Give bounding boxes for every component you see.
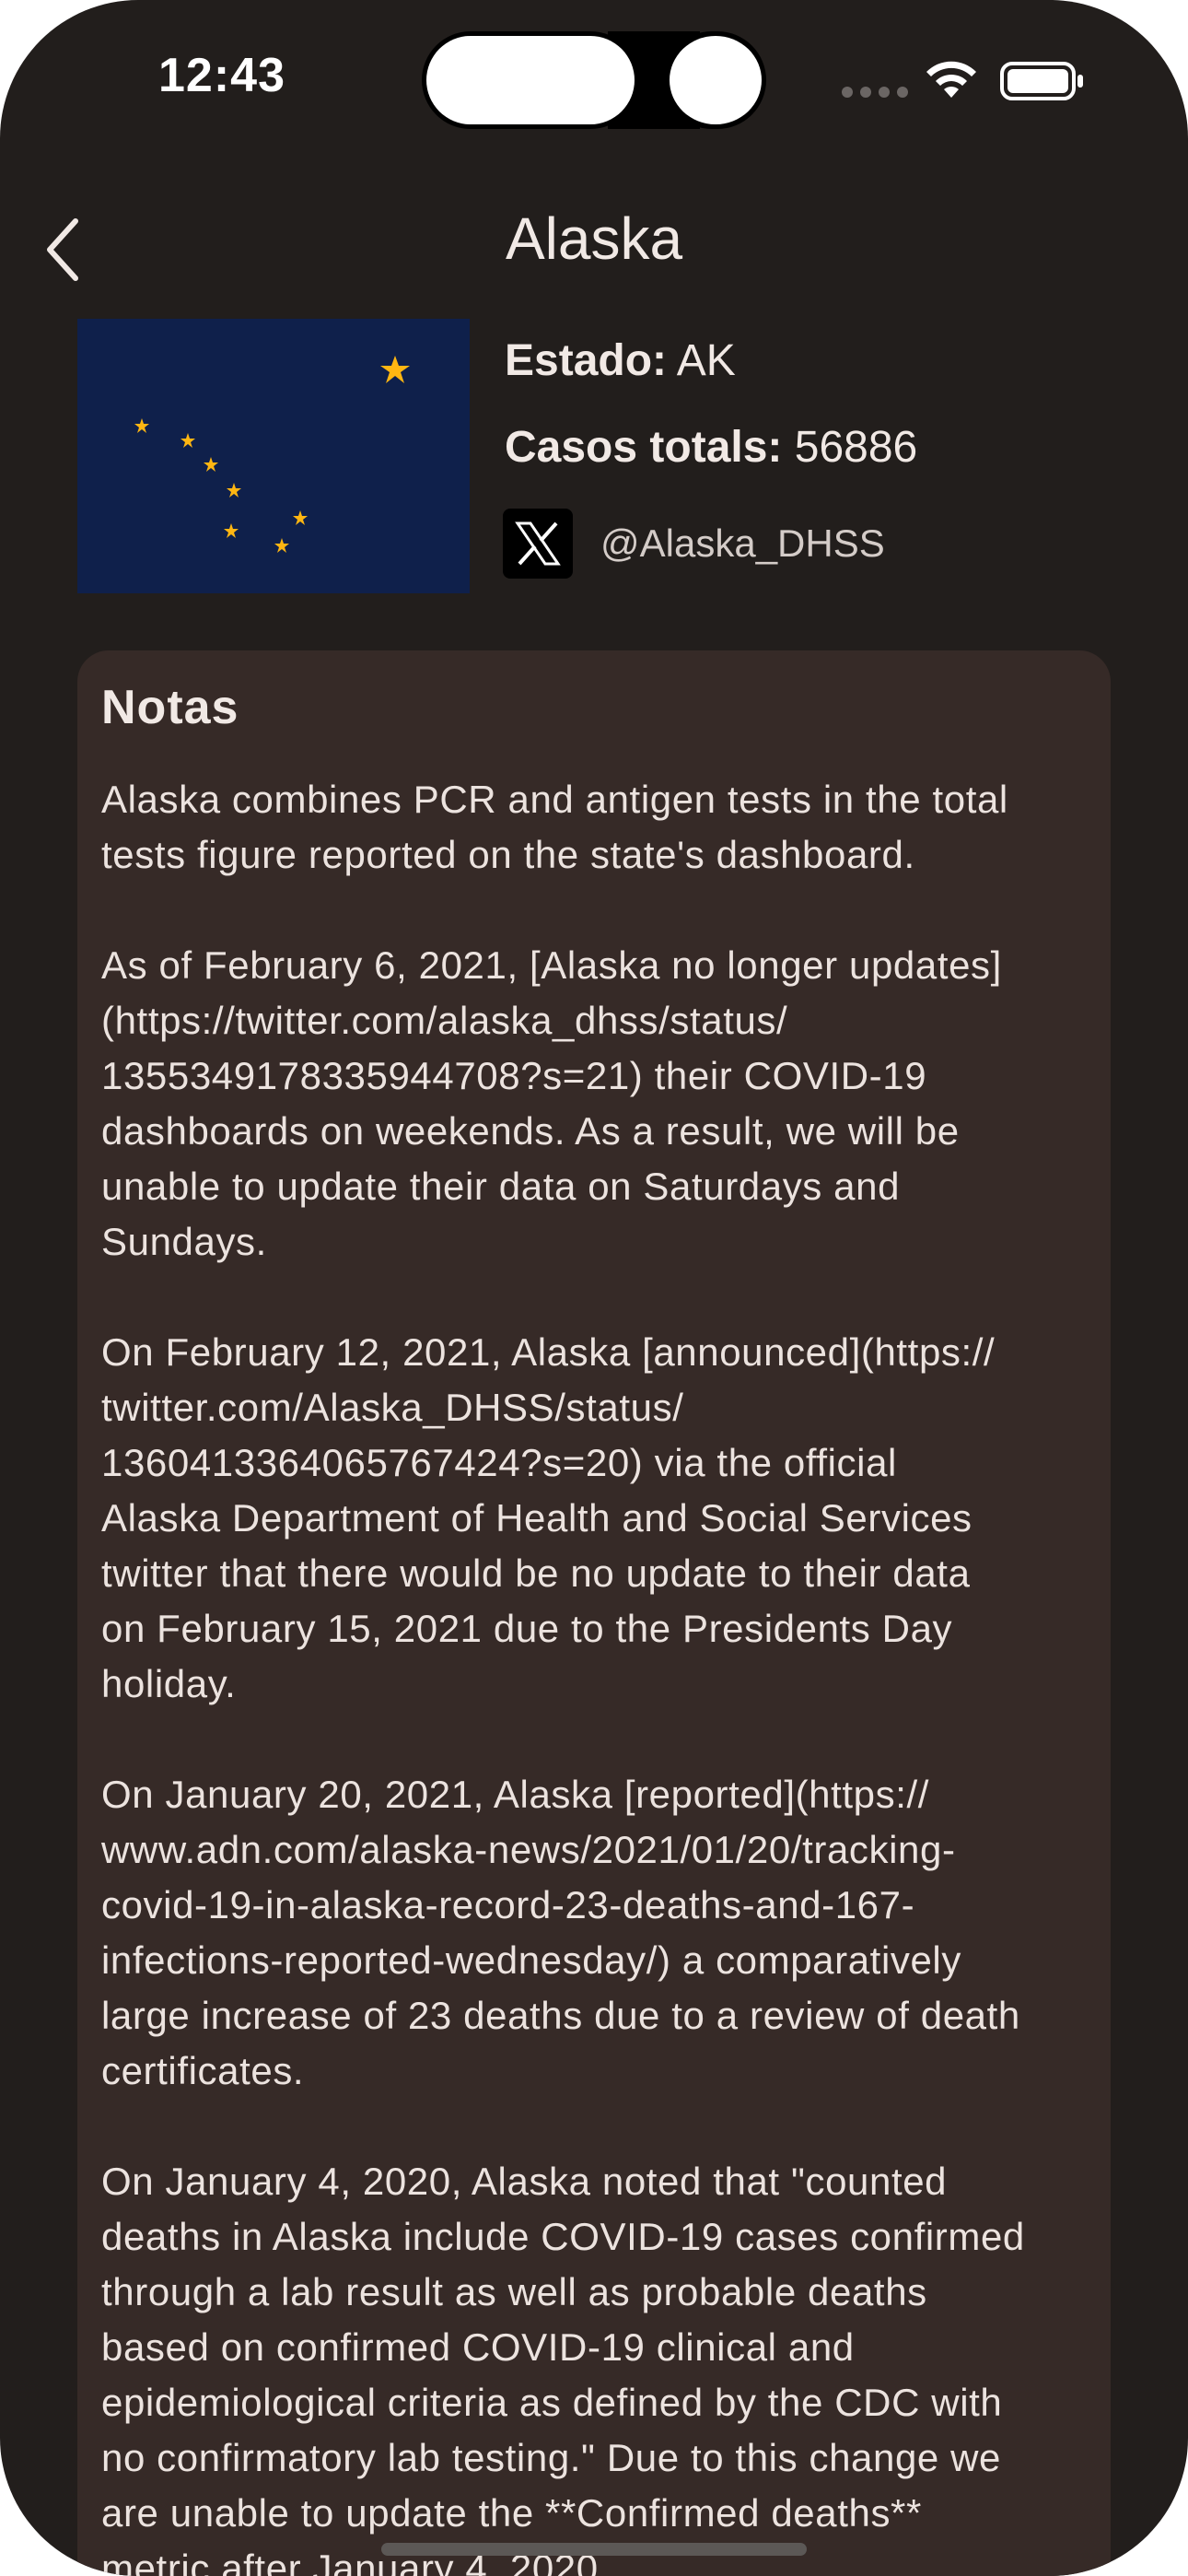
notes-line: Alaska Department of Health and Social S… bbox=[101, 1496, 973, 1540]
status-time: 12:43 bbox=[158, 49, 285, 102]
alaska-flag bbox=[77, 319, 470, 593]
notes-line bbox=[101, 883, 1096, 938]
notes-line: certificates. bbox=[101, 2049, 305, 2092]
estado-value: AK bbox=[676, 336, 736, 385]
notes-line: epidemiological criteria as defined by t… bbox=[101, 2381, 1003, 2424]
estado-label: Estado: bbox=[505, 336, 668, 385]
notes-line: As of February 6, 2021, [Alaska no longe… bbox=[101, 943, 1002, 987]
notes-line: On January 4, 2020, Alaska noted that "c… bbox=[101, 2160, 948, 2203]
notes-line: based on confirmed COVID-19 clinical and bbox=[101, 2325, 855, 2369]
notes-line: on February 15, 2021 due to the Presiden… bbox=[101, 1607, 953, 1650]
phone-screen: 12:43 Alaska Estado: AK Casos totals: 56… bbox=[0, 0, 1188, 2576]
notes-line: Alaska combines PCR and antigen tests in… bbox=[101, 778, 1008, 821]
notes-title: Notas bbox=[101, 681, 239, 734]
wifi-icon bbox=[926, 61, 976, 98]
notes-line: are unable to update the **Confirmed dea… bbox=[101, 2491, 922, 2535]
notes-line: 1360413364065767424?s=20) via the offici… bbox=[101, 1441, 897, 1484]
notes-line bbox=[101, 1270, 1096, 1325]
dynamic-island-pill bbox=[426, 36, 635, 124]
notes-line: infections-reported-wednesday/) a compar… bbox=[101, 1938, 961, 1982]
notes-line: dashboards on weekends. As a result, we … bbox=[101, 1109, 960, 1153]
notes-line bbox=[101, 2099, 1096, 2154]
notes-line: covid-19-in-alaska-record-23-deaths-and-… bbox=[101, 1883, 915, 1926]
notes-line: (https://twitter.com/alaska_dhss/status/ bbox=[101, 999, 788, 1042]
notes-line: holiday. bbox=[101, 1662, 237, 1705]
notes-line: twitter that there would be no update to… bbox=[101, 1551, 971, 1595]
notes-line: unable to update their data on Saturdays… bbox=[101, 1165, 901, 1208]
notes-line: deaths in Alaska include COVID-19 cases … bbox=[101, 2215, 1025, 2258]
notes-line: On January 20, 2021, Alaska [reported](h… bbox=[101, 1773, 930, 1816]
notes-line: twitter.com/Alaska_DHSS/status/ bbox=[101, 1386, 684, 1429]
cellular-signal-icon bbox=[842, 87, 908, 98]
dynamic-island-camera bbox=[670, 36, 762, 124]
notes-line: tests figure reported on the state's das… bbox=[101, 833, 915, 876]
page-title: Alaska bbox=[505, 205, 683, 272]
notes-line: 1355349178335944708?s=21) their COVID-19 bbox=[101, 1054, 927, 1097]
notes-line: Sundays. bbox=[101, 1220, 267, 1263]
notes-line bbox=[101, 1712, 1096, 1767]
notes-line: On February 12, 2021, Alaska [announced]… bbox=[101, 1330, 996, 1374]
notes-body: Alaska combines PCR and antigen tests in… bbox=[101, 772, 1096, 2576]
casos-label: Casos totals: bbox=[505, 423, 783, 472]
notes-line: large increase of 23 deaths due to a rev… bbox=[101, 1994, 1020, 2037]
casos-value: 56886 bbox=[794, 423, 918, 472]
home-indicator[interactable] bbox=[381, 2543, 807, 2556]
casos-row: Casos totals: 56886 bbox=[505, 422, 917, 473]
estado-row: Estado: AK bbox=[505, 335, 736, 386]
twitter-handle-link[interactable]: @Alaska_DHSS bbox=[600, 521, 885, 566]
notes-line: no confirmatory lab testing." Due to thi… bbox=[101, 2436, 1002, 2479]
battery-icon bbox=[1000, 62, 1083, 100]
notes-line: through a lab result as well as probable… bbox=[101, 2270, 927, 2313]
x-logo-icon[interactable] bbox=[503, 509, 573, 579]
notes-line: www.adn.com/alaska-news/2021/01/20/track… bbox=[101, 1828, 956, 1871]
